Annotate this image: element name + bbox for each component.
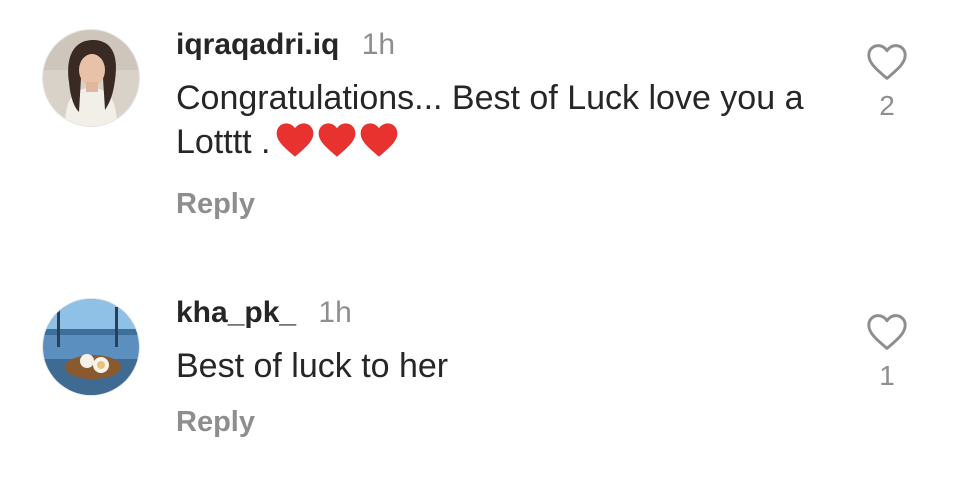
profile-photo-icon — [43, 30, 139, 126]
username[interactable]: kha_pk_ — [176, 296, 296, 329]
red-heart-emoji-icon — [276, 123, 313, 157]
like-column: 1 — [856, 312, 918, 392]
comment-text-content: Congratulations... Best of Luck love you… — [176, 79, 804, 161]
avatar[interactable] — [42, 29, 140, 127]
heart-emoji-group — [275, 121, 401, 170]
like-count: 1 — [879, 360, 895, 391]
reply-button[interactable]: Reply — [176, 188, 816, 221]
comment-text: Best of luck to her — [176, 347, 449, 385]
timestamp: 1h — [318, 296, 352, 329]
reply-button[interactable]: Reply — [176, 406, 816, 439]
red-heart-emoji-icon — [318, 123, 355, 157]
red-heart-emoji-icon — [360, 123, 397, 157]
username[interactable]: iqraqadri.iq — [176, 28, 339, 61]
comment-item: iqraqadri.iq 1h Congratulations... Best … — [0, 0, 968, 250]
like-column: 2 — [856, 42, 918, 122]
comment-text: Congratulations... Best of Luck love you… — [176, 76, 816, 170]
avatar[interactable] — [42, 298, 140, 396]
timestamp: 1h — [361, 28, 396, 61]
profile-photo-icon — [43, 299, 139, 395]
comment-item: kha_pk_ 1h Best of luck to her Reply 1 — [0, 250, 968, 500]
heart-outline-icon[interactable] — [865, 42, 909, 82]
comment-meta: kha_pk_ 1h — [176, 296, 816, 330]
comment-meta: iqraqadri.iq 1h — [176, 28, 816, 62]
like-count: 2 — [879, 90, 895, 121]
heart-outline-icon[interactable] — [865, 312, 909, 352]
